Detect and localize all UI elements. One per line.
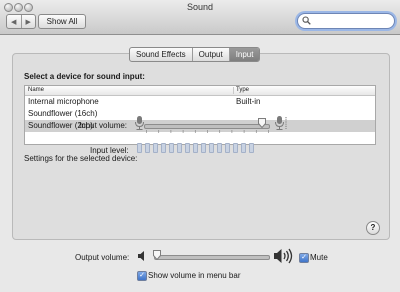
column-divider xyxy=(233,87,234,94)
input-level-segment xyxy=(241,143,246,153)
mute-label: Mute xyxy=(310,253,328,262)
input-level-segment xyxy=(169,143,174,153)
tab-sound-effects[interactable]: Sound Effects xyxy=(130,48,192,61)
device-name: Soundflower (16ch) xyxy=(28,109,98,118)
input-level-segment xyxy=(201,143,206,153)
input-level-segment xyxy=(177,143,182,153)
input-level-segment xyxy=(145,143,150,153)
input-level-segment xyxy=(249,143,254,153)
forward-button[interactable]: ▶ xyxy=(20,15,36,28)
tab-output[interactable]: Output xyxy=(191,48,229,61)
input-level-segment xyxy=(161,143,166,153)
show-volume-menubar-label: Show volume in menu bar xyxy=(148,271,241,280)
device-row-internal-microphone[interactable]: Internal microphone Built-in xyxy=(25,96,375,108)
column-header-name[interactable]: Name xyxy=(28,86,44,95)
input-level-segment xyxy=(137,143,142,153)
device-type: Built-in xyxy=(236,97,261,106)
input-level-segment xyxy=(209,143,214,153)
show-volume-menubar-checkbox[interactable]: ✓ xyxy=(137,271,147,281)
search-input[interactable] xyxy=(312,15,388,26)
settings-label: Settings for the selected device: xyxy=(24,154,138,163)
input-level-segment xyxy=(153,143,158,153)
input-level-segment xyxy=(193,143,198,153)
device-row-soundflower-16ch[interactable]: Soundflower (16ch) xyxy=(25,108,375,120)
column-header-type[interactable]: Type xyxy=(236,86,249,95)
input-level-segment xyxy=(217,143,222,153)
show-all-button[interactable]: Show All xyxy=(38,14,86,29)
speaker-low-icon xyxy=(138,251,144,261)
input-level-label: Input level: xyxy=(90,146,129,155)
tab-bar: Sound Effects Output Input xyxy=(129,47,261,62)
input-level-segment xyxy=(185,143,190,153)
speaker-high-icon xyxy=(274,248,293,264)
back-forward-group: ◀ ▶ xyxy=(6,14,36,29)
back-button[interactable]: ◀ xyxy=(7,15,21,28)
input-level-segment xyxy=(225,143,230,153)
output-volume-label: Output volume: xyxy=(75,253,130,262)
input-level-meter xyxy=(137,143,287,153)
toolbar: Sound ◀ ▶ Show All xyxy=(0,0,400,35)
search-icon xyxy=(302,16,311,25)
input-volume-slider[interactable] xyxy=(144,124,270,129)
device-name: Internal microphone xyxy=(28,97,99,106)
help-button[interactable]: ? xyxy=(366,221,380,235)
sound-preferences-window: Sound ◀ ▶ Show All Sound Effects Output … xyxy=(0,0,400,292)
search-field[interactable] xyxy=(297,13,395,29)
mute-checkbox[interactable]: ✓ xyxy=(299,253,309,263)
output-volume-slider[interactable] xyxy=(154,255,270,260)
input-volume-ticks xyxy=(146,130,269,133)
input-volume-label: Input volume: xyxy=(79,121,128,130)
tab-input[interactable]: Input xyxy=(228,48,260,61)
input-volume-slider-thumb[interactable] xyxy=(257,118,266,128)
microphone-high-icon xyxy=(275,116,287,130)
output-volume-slider-thumb[interactable] xyxy=(153,250,161,260)
device-list[interactable]: Name Type Internal microphone Built-in S… xyxy=(24,85,376,145)
device-list-header: Name Type xyxy=(25,86,375,96)
input-level-segment xyxy=(233,143,238,153)
window-title: Sound xyxy=(186,2,214,12)
device-heading: Select a device for sound input: xyxy=(24,72,145,81)
